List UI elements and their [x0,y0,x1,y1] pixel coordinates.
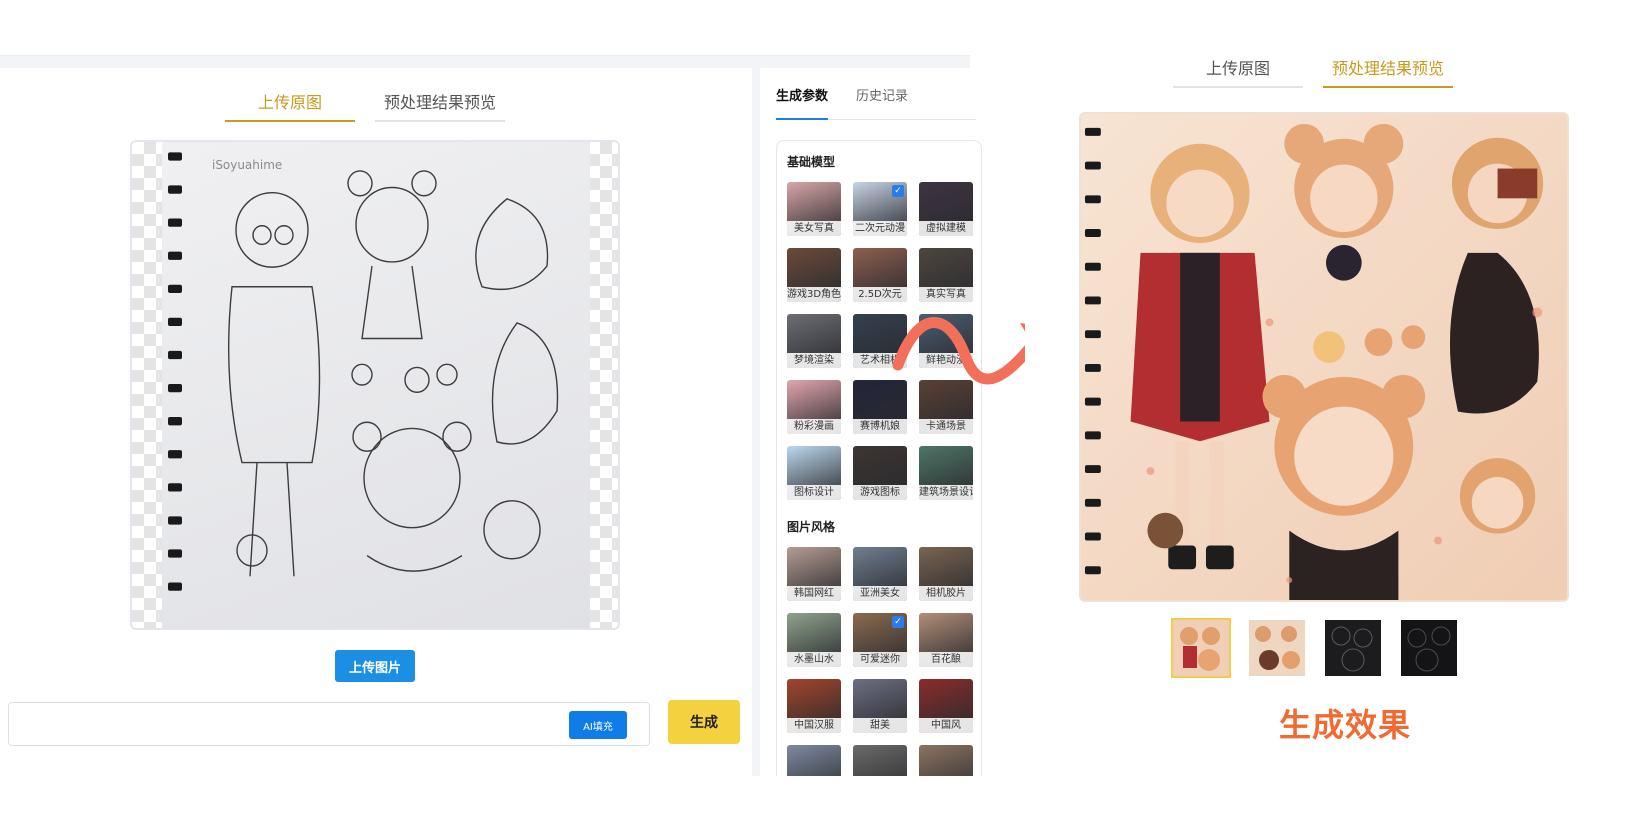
model-thumb[interactable]: 游戏3D角色 [787,248,841,302]
sidebar-tabs: 生成参数 历史记录 [776,82,976,120]
image-style-grid: 韩国网红 亚洲美女 相机胶片水墨山水 ✓ 可爱迷你 百花酿中国汉服 甜美 中国风 [787,547,973,776]
model-thumb[interactable] [853,745,907,776]
sketch-drawing: iSoyuahime [168,152,559,591]
result-panel-tabs: 上传原图 预处理结果预览 [1173,56,1453,88]
thumb-label: 卡通场景 [919,419,973,434]
result-thumb-1[interactable] [1171,618,1231,678]
thumb-label: 游戏3D角色 [787,287,841,302]
model-thumb[interactable]: 图标设计 [787,446,841,500]
ai-fill-button[interactable]: AI填充 [569,711,627,739]
tab-preprocess-preview-right[interactable]: 预处理结果预览 [1323,56,1453,88]
result-thumb-3[interactable] [1323,618,1383,678]
tab-history[interactable]: 历史记录 [856,82,908,120]
top-header-band [0,0,970,56]
model-thumb[interactable]: 游戏图标 [853,446,907,500]
thumb-label: 美女写真 [787,221,841,236]
thumb-label: 梦境渲染 [787,353,841,368]
model-thumb[interactable]: 中国风 [919,679,973,733]
params-card: 基础模型 美女写真 ✓ 二次元动漫 虚拟建模 游戏3D角色 2.5D次元 真实写真 梦境渲染艺… [776,140,982,776]
result-thumbnail-strip [1171,618,1459,678]
anime-illustration [1084,123,1544,600]
model-thumb[interactable]: 相机胶片 [919,547,973,601]
section-title-image-style: 图片风格 [787,520,836,534]
model-thumb[interactable]: 亚洲美女 [853,547,907,601]
thumb-label: 建筑场景设计 [919,485,973,500]
thumb-label: 百花酿 [919,652,973,667]
thumb-label: 中国汉服 [787,718,841,733]
thumb-label: 游戏图标 [853,485,907,500]
model-thumb[interactable]: 水墨山水 [787,613,841,667]
model-thumb[interactable] [787,745,841,776]
section-title-base-model: 基础模型 [787,155,836,169]
thumb-label: 水墨山水 [787,652,841,667]
tab-generation-params[interactable]: 生成参数 [776,82,829,120]
model-thumb[interactable]: 百花酿 [919,613,973,667]
check-icon: ✓ [892,185,904,197]
upload-image-button[interactable]: 上传图片 [335,650,415,682]
thumb-label: 2.5D次元 [853,287,907,302]
params-sidebar: 生成参数 历史记录 基础模型 美女写真 ✓ 二次元动漫 虚拟建模游戏3D角色 2.5D次… [760,68,996,776]
upload-panel: 上传原图 预处理结果预览 iSoyuahime 上传图片 AI填充 生成 [0,68,752,778]
thumb-label: 中国风 [919,718,973,733]
generate-button[interactable]: 生成 [668,700,740,744]
upload-panel-tabs: 上传原图 预处理结果预览 [225,90,505,122]
thumb-label: 甜美 [853,718,907,733]
thumb-label: 虚拟建模 [919,221,973,236]
result-image [1079,112,1569,602]
tab-upload-original-right[interactable]: 上传原图 [1173,56,1303,88]
thumb-label: 真实写真 [919,287,973,302]
thumb-label: 粉彩漫画 [787,419,841,434]
result-caption: 生成效果 [1278,706,1411,744]
thumb-label: 赛博机娘 [853,419,907,434]
result-thumb-4[interactable] [1399,618,1459,678]
check-icon: ✓ [892,616,904,628]
model-thumb[interactable]: 韩国网红 [787,547,841,601]
thumb-label: 二次元动漫 [853,221,907,236]
model-thumb[interactable]: 2.5D次元 [853,248,907,302]
model-thumb[interactable]: 建筑场景设计 [919,446,973,500]
result-preview-panel: 上传原图 预处理结果预览 [1025,42,1622,678]
model-thumb[interactable] [919,745,973,776]
model-thumb[interactable]: 真实写真 [919,248,973,302]
source-image-frame: iSoyuahime [130,140,620,630]
thumb-label: 图标设计 [787,485,841,500]
thumb-label: 亚洲美女 [853,586,907,601]
tab-upload-original[interactable]: 上传原图 [225,90,355,122]
prompt-input[interactable]: AI填充 [8,702,650,746]
thumb-label: 可爱迷你 [853,652,907,667]
model-thumb[interactable]: 虚拟建模 [919,182,973,236]
model-thumb[interactable]: ✓ 可爱迷你 [853,613,907,667]
source-sketch-image: iSoyuahime [162,142,590,628]
model-thumb[interactable]: 中国汉服 [787,679,841,733]
model-thumb[interactable]: 甜美 [853,679,907,733]
model-thumb[interactable]: 美女写真 [787,182,841,236]
result-thumb-2[interactable] [1247,618,1307,678]
thumb-label: 相机胶片 [919,586,973,601]
thumb-label: 韩国网红 [787,586,841,601]
sketch-watermark: iSoyuahime [212,158,282,172]
model-thumb[interactable]: 梦境渲染 [787,314,841,368]
model-thumb[interactable]: ✓ 二次元动漫 [853,182,907,236]
tab-preprocess-preview[interactable]: 预处理结果预览 [375,90,505,122]
model-thumb[interactable]: 粉彩漫画 [787,380,841,434]
